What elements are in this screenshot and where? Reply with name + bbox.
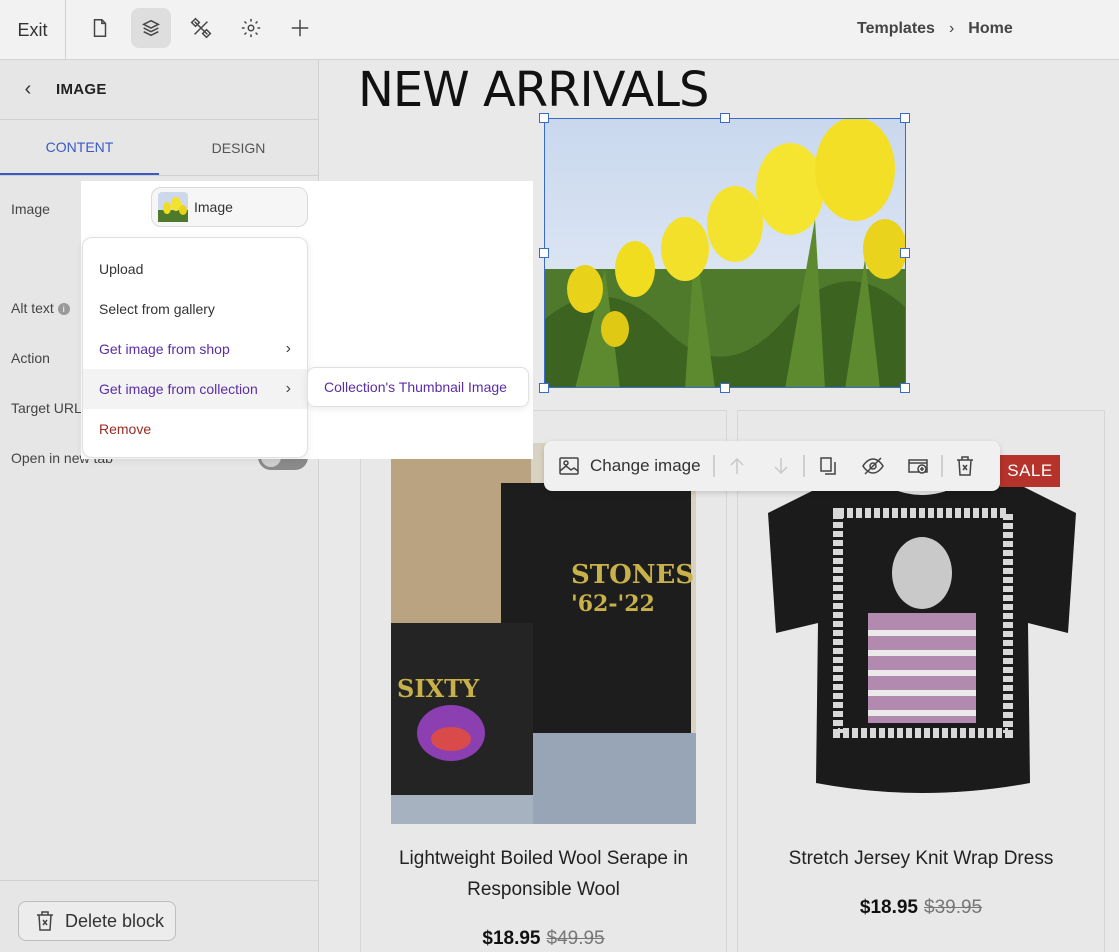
image-source-menu: Upload Select from gallery Get image fro… — [82, 237, 308, 458]
product-card[interactable]: Stretch Jersey Knit Wrap Dress $18.95 $39… — [737, 410, 1105, 952]
panel-title: IMAGE — [56, 81, 107, 98]
sale-badge: SALE — [1000, 455, 1060, 487]
change-image-label: Change image — [590, 456, 701, 475]
breadcrumb: Templates › Home — [857, 20, 1013, 38]
target-url-label: Target URL — [11, 400, 82, 416]
menu-item-select-gallery[interactable]: Select from gallery — [83, 289, 307, 329]
breadcrumb-templates[interactable]: Templates — [857, 20, 935, 38]
page-icon[interactable] — [80, 8, 120, 48]
change-image-button[interactable]: Change image — [544, 441, 713, 491]
info-icon[interactable]: i — [57, 303, 70, 315]
resize-handle-s[interactable] — [720, 383, 730, 393]
alt-text-label-text: Alt text — [11, 300, 54, 316]
gear-icon[interactable] — [231, 8, 271, 48]
svg-text:STONES: STONES — [571, 560, 694, 590]
image-icon — [559, 457, 579, 475]
add-to-section-icon[interactable] — [895, 441, 941, 491]
menu-item-remove[interactable]: Remove — [83, 409, 307, 449]
image-picker-overlay: Image Upload Select from gallery Get ima… — [81, 181, 533, 459]
tools-icon[interactable] — [181, 8, 221, 48]
menu-item-image-from-shop-label: Get image from shop — [99, 341, 230, 357]
svg-text:SIXTY: SIXTY — [397, 674, 480, 703]
menu-item-upload[interactable]: Upload — [83, 249, 307, 289]
delete-block-button[interactable]: Delete block — [18, 901, 176, 941]
section-heading[interactable]: NEW ARRIVALS — [358, 62, 709, 118]
tab-content[interactable]: CONTENT — [0, 120, 159, 175]
delete-block-label: Delete block — [65, 910, 165, 931]
exit-button[interactable]: Exit — [0, 0, 66, 60]
resize-handle-se[interactable] — [900, 383, 910, 393]
layers-icon[interactable] — [131, 8, 171, 48]
submenu-collection-thumbnail[interactable]: Collection's Thumbnail Image — [307, 367, 529, 407]
delete-icon[interactable] — [943, 441, 987, 491]
chevron-right-icon: › — [948, 20, 955, 37]
sale-price: $18.95 — [482, 928, 541, 949]
product-title[interactable]: Lightweight Boiled Wool Serape in Respon… — [361, 843, 726, 905]
tab-design[interactable]: DESIGN — [159, 120, 318, 175]
product-image — [768, 478, 1076, 793]
move-up-icon[interactable] — [715, 441, 759, 491]
resize-handle-ne[interactable] — [900, 113, 910, 123]
chevron-right-icon: › — [285, 340, 291, 357]
menu-item-image-from-shop[interactable]: Get image from shop › — [83, 329, 307, 369]
menu-item-image-from-collection[interactable]: Get image from collection › — [83, 369, 307, 409]
panel-footer: Delete block — [0, 880, 319, 952]
top-bar: Exit Templates › Home — [0, 0, 1119, 60]
duplicate-icon[interactable] — [805, 441, 851, 491]
compare-price: $39.95 — [924, 897, 983, 918]
alt-text-label: Alt text i — [11, 300, 70, 316]
product-price: $18.95 $39.95 — [738, 897, 1104, 919]
resize-handle-n[interactable] — [720, 113, 730, 123]
action-label: Action — [11, 350, 50, 366]
resize-handle-e[interactable] — [900, 248, 910, 258]
move-down-icon[interactable] — [759, 441, 803, 491]
tulips-image — [545, 119, 905, 387]
resize-handle-nw[interactable] — [539, 113, 549, 123]
resize-handle-w[interactable] — [539, 248, 549, 258]
menu-item-image-from-collection-label: Get image from collection — [99, 381, 258, 397]
product-card[interactable]: STONES '62-'22 SIXTY Lightweight Boiled … — [360, 410, 727, 952]
breadcrumb-home[interactable]: Home — [968, 20, 1012, 38]
image-picker-label: Image — [194, 199, 233, 215]
hide-icon[interactable] — [851, 441, 895, 491]
plus-icon[interactable] — [280, 8, 320, 48]
panel-tabs: CONTENT DESIGN — [0, 120, 318, 176]
image-thumbnail — [158, 192, 188, 222]
panel-header: ‹ IMAGE — [0, 60, 318, 120]
product-title[interactable]: Stretch Jersey Knit Wrap Dress — [738, 843, 1104, 874]
image-toolbar: Change image — [544, 441, 1000, 491]
product-price: $18.95 $49.95 — [361, 928, 726, 950]
resize-handle-sw[interactable] — [539, 383, 549, 393]
back-chevron-icon[interactable]: ‹ — [0, 78, 56, 101]
compare-price: $49.95 — [546, 928, 605, 949]
sale-price: $18.95 — [859, 897, 918, 918]
chevron-right-icon: › — [285, 380, 291, 397]
image-label: Image — [11, 201, 50, 217]
selected-image-block[interactable] — [544, 118, 906, 388]
image-picker-button[interactable]: Image — [151, 187, 308, 227]
product-image: STONES '62-'22 SIXTY — [391, 443, 696, 824]
svg-text:'62-'22: '62-'22 — [571, 591, 655, 617]
trash-icon — [37, 911, 53, 931]
